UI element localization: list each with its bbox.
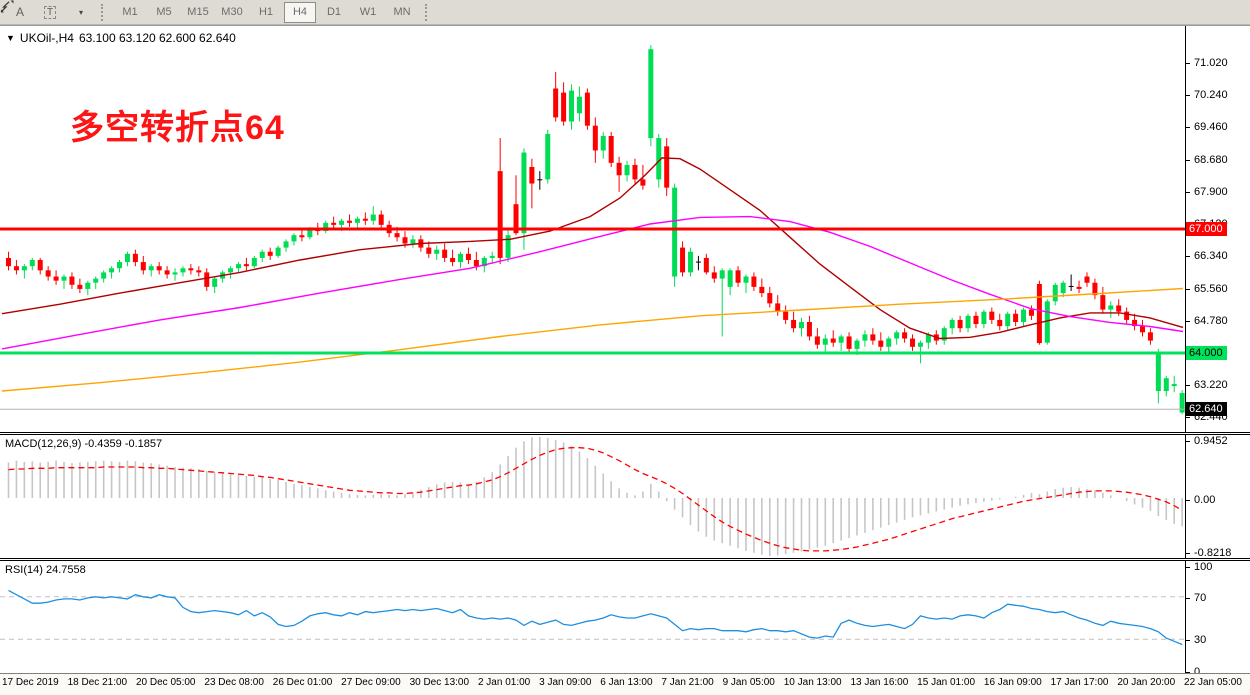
symbol-dropdown-icon[interactable]: ▼ — [6, 33, 15, 43]
current-price-label: 62.640 — [1186, 402, 1227, 416]
time-axis-label: 13 Jan 16:00 — [850, 677, 908, 695]
chart-text-annotation: 多空转折点64 — [70, 100, 285, 149]
price-tick: 66.340 — [1186, 250, 1228, 263]
rsi-line — [9, 590, 1183, 644]
macd-panel-row: MACD(12,26,9) -0.4359 -0.1857 0.9452 0.00… — [0, 432, 1250, 558]
price-tick: 63.220 — [1186, 379, 1228, 392]
symbol-timeframe-label: UKOil-,H4 — [20, 31, 74, 45]
time-axis-label: 2 Jan 01:00 — [478, 677, 530, 695]
time-axis-label: 18 Dec 21:00 — [68, 677, 128, 695]
time-axis-label: 16 Jan 09:00 — [984, 677, 1042, 695]
price-tick: 65.560 — [1186, 283, 1228, 296]
time-axis-label: 20 Dec 05:00 — [136, 677, 196, 695]
time-axis-label: 9 Jan 05:00 — [723, 677, 775, 695]
arrows-icon — [0, 0, 15, 13]
timeframe-button-m5[interactable]: M5 — [148, 2, 180, 23]
rsi-tick: 30 — [1186, 634, 1206, 647]
macd-signal-line — [9, 448, 1183, 551]
time-axis-label: 20 Jan 20:00 — [1117, 677, 1175, 695]
time-axis-label: 6 Jan 13:00 — [600, 677, 652, 695]
ma-slow-orange-line — [2, 289, 1183, 392]
time-axis-label: 7 Jan 21:00 — [661, 677, 713, 695]
price-chart-plot[interactable]: ▼ UKOil-,H4 63.100 63.120 62.600 62.640 … — [0, 26, 1186, 432]
rsi-plot[interactable]: RSI(14) 24.7558 — [0, 561, 1186, 673]
price-tick: 68.680 — [1186, 154, 1228, 167]
price-tick: 67.900 — [1186, 186, 1228, 199]
resistance-price-label: 67.000 — [1186, 222, 1227, 236]
macd-tick: 0.9452 — [1186, 435, 1228, 448]
time-axis-label: 22 Jan 05:00 — [1184, 677, 1242, 695]
time-axis-label: 30 Dec 13:00 — [410, 677, 470, 695]
rsi-indicator-label: RSI(14) 24.7558 — [5, 564, 86, 576]
price-tick: 71.020 — [1186, 57, 1228, 70]
timeframe-button-m1[interactable]: M1 — [114, 2, 146, 23]
price-axis[interactable]: 71.02070.24069.46068.68067.90067.12066.3… — [1186, 26, 1250, 432]
rsi-tick: 100 — [1186, 561, 1212, 574]
time-axis-label: 27 Dec 09:00 — [341, 677, 401, 695]
macd-plot[interactable]: MACD(12,26,9) -0.4359 -0.1857 — [0, 435, 1186, 558]
toolbar-separator — [425, 4, 431, 21]
time-axis-label: 17 Jan 17:00 — [1051, 677, 1109, 695]
price-tick: 70.240 — [1186, 89, 1228, 102]
time-axis[interactable]: 17 Dec 2019 18 Dec 21:00 20 Dec 05:00 23 De… — [0, 674, 1248, 695]
trading-platform-window: { "toolbar": { "annotation_tool": "A", "… — [0, 0, 1250, 695]
price-chart-canvas[interactable] — [0, 26, 1185, 432]
time-axis-label: 10 Jan 13:00 — [784, 677, 842, 695]
chart-title: ▼ UKOil-,H4 63.100 63.120 62.600 62.640 — [6, 31, 236, 45]
macd-indicator-label: MACD(12,26,9) -0.4359 -0.1857 — [5, 438, 162, 450]
rsi-tick: 70 — [1186, 592, 1206, 605]
toolbar-separator — [101, 4, 107, 21]
text-tool-button[interactable]: T — [36, 2, 64, 23]
time-axis-label: 15 Jan 01:00 — [917, 677, 975, 695]
timeframe-button-mn[interactable]: MN — [386, 2, 418, 23]
macd-canvas[interactable] — [0, 435, 1185, 558]
rsi-axis: 10070300 — [1186, 561, 1250, 673]
time-axis-label: 23 Dec 08:00 — [204, 677, 264, 695]
time-axis-label: 26 Dec 01:00 — [273, 677, 333, 695]
macd-axis: 0.94520.00-0.8218 — [1186, 435, 1250, 558]
arrows-tool-button[interactable]: ▾ — [66, 2, 94, 23]
timeframe-button-m30[interactable]: M30 — [216, 2, 248, 23]
time-axis-row: 17 Dec 2019 18 Dec 21:00 20 Dec 05:00 23 De… — [0, 673, 1250, 695]
timeframe-button-h4[interactable]: H4 — [284, 2, 316, 23]
timeframe-button-group: M1M5M15M30H1H4D1W1MN — [113, 2, 419, 23]
rsi-canvas[interactable] — [0, 561, 1185, 673]
timeframe-button-h1[interactable]: H1 — [250, 2, 282, 23]
time-axis-label: 3 Jan 09:00 — [539, 677, 591, 695]
rsi-panel-row: RSI(14) 24.7558 10070300 — [0, 558, 1250, 673]
time-axis-label: 17 Dec 2019 — [2, 677, 59, 695]
timeframe-button-m15[interactable]: M15 — [182, 2, 214, 23]
price-tick: 69.460 — [1186, 121, 1228, 134]
top-toolbar: A T ▾ M1M5M15M30H1H4D1W1MN — [0, 0, 1250, 25]
arrows-dropdown-caret[interactable]: ▾ — [79, 8, 83, 17]
ohlc-quote-label: 63.100 63.120 62.600 62.640 — [79, 31, 236, 45]
timeframe-button-d1[interactable]: D1 — [318, 2, 350, 23]
ma-fast-dark-red-line — [2, 158, 1183, 339]
main-chart-row: ▼ UKOil-,H4 63.100 63.120 62.600 62.640 … — [0, 25, 1250, 432]
macd-tick: 0.00 — [1186, 494, 1215, 507]
timeframe-button-w1[interactable]: W1 — [352, 2, 384, 23]
price-tick: 64.780 — [1186, 315, 1228, 328]
support-price-label: 64.000 — [1186, 346, 1227, 360]
